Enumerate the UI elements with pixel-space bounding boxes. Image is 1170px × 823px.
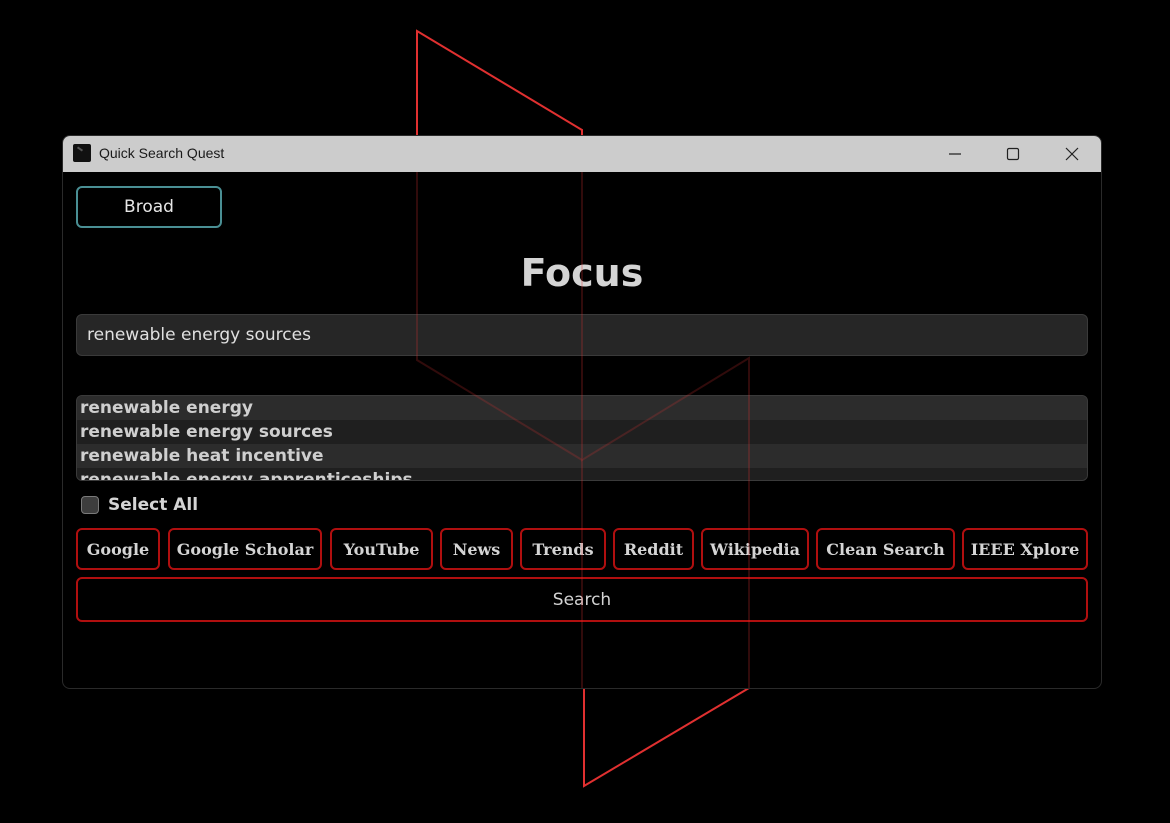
desktop: Quick Search Quest Broad Focus renewable… xyxy=(0,0,1170,823)
close-button[interactable] xyxy=(1049,136,1095,172)
select-all-checkbox[interactable] xyxy=(81,496,99,514)
suggestion-item[interactable]: renewable energy xyxy=(77,396,1087,420)
engine-button-reddit[interactable]: Reddit xyxy=(613,528,694,570)
close-icon xyxy=(1065,147,1079,161)
engine-button-google-scholar[interactable]: Google Scholar xyxy=(168,528,322,570)
engine-button-youtube[interactable]: YouTube xyxy=(330,528,433,570)
suggestion-list[interactable]: renewable energy renewable energy source… xyxy=(76,395,1088,481)
window-title: Quick Search Quest xyxy=(99,145,225,161)
broad-mode-button[interactable]: Broad xyxy=(76,186,222,228)
engine-button-ieee-xplore[interactable]: IEEE Xplore xyxy=(962,528,1088,570)
maximize-icon xyxy=(1006,147,1020,161)
select-all-control[interactable]: Select All xyxy=(81,493,198,517)
maximize-button[interactable] xyxy=(990,136,1036,172)
title-bar[interactable]: Quick Search Quest xyxy=(63,136,1101,172)
engine-button-wikipedia[interactable]: Wikipedia xyxy=(701,528,809,570)
page-title: Focus xyxy=(520,251,644,295)
engine-button-google[interactable]: Google xyxy=(76,528,160,570)
engine-button-news[interactable]: News xyxy=(440,528,513,570)
minimize-icon xyxy=(949,153,961,155)
suggestion-item[interactable]: renewable energy sources xyxy=(77,420,1087,444)
engine-button-trends[interactable]: Trends xyxy=(520,528,606,570)
minimize-button[interactable] xyxy=(932,136,978,172)
suggestion-item[interactable]: renewable heat incentive xyxy=(77,444,1087,468)
app-icon xyxy=(73,144,91,162)
app-window: Quick Search Quest Broad Focus renewable… xyxy=(62,135,1102,689)
search-input[interactable] xyxy=(76,314,1088,356)
search-button[interactable]: Search xyxy=(76,577,1088,622)
select-all-label: Select All xyxy=(108,495,199,515)
suggestion-item[interactable]: renewable energy apprenticeships xyxy=(77,468,1087,480)
engine-button-clean-search[interactable]: Clean Search xyxy=(816,528,955,570)
